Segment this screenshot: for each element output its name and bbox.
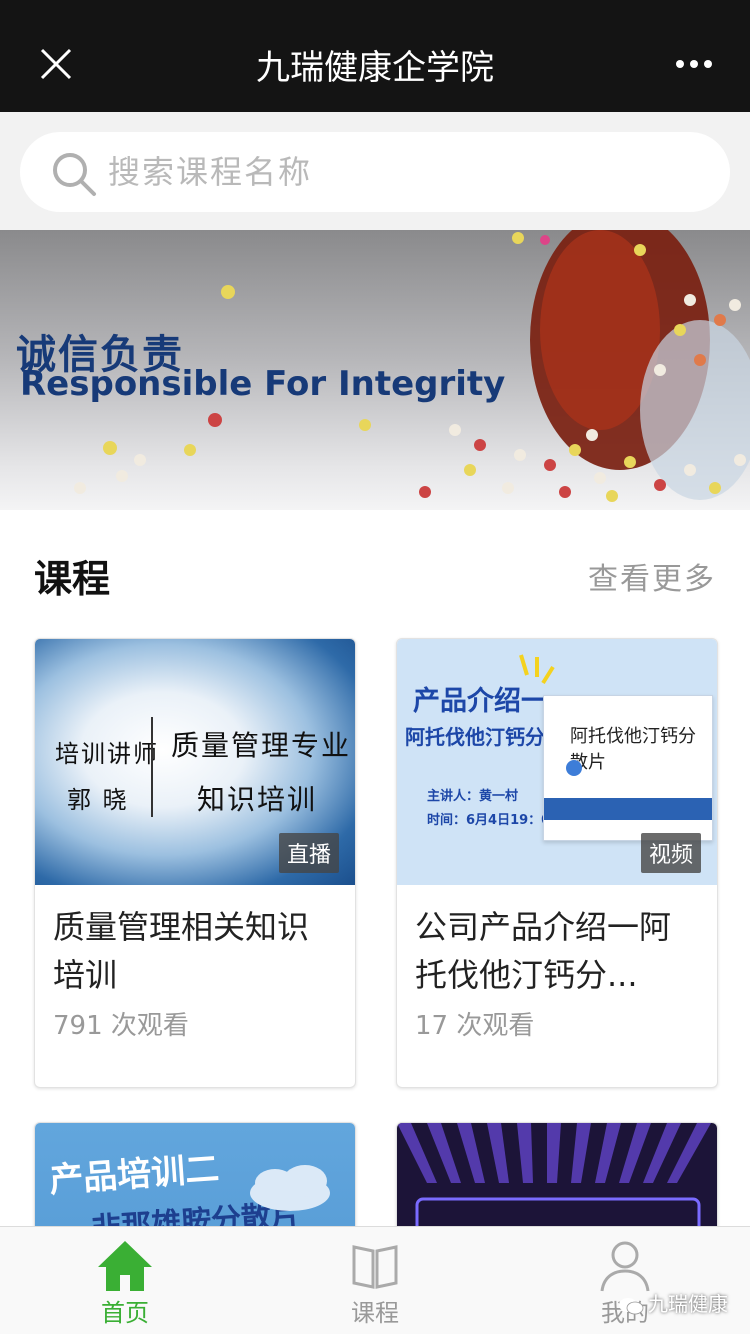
stage-lights-graphic [397,1123,711,1226]
book-icon [352,1245,398,1289]
view-more-link[interactable]: 查看更多 [588,554,716,598]
search-input[interactable]: 搜索课程名称 [20,132,730,212]
more-options-icon[interactable] [674,52,714,76]
search-area: 搜索课程名称 [0,112,750,230]
promo-banner[interactable]: 诚信负责 Responsible For Integrity [0,230,750,510]
page-title: 九瑞健康企学院 [256,48,494,88]
user-icon [600,1241,650,1292]
thumb-lecturer: 培训讲师 郭 晓 [55,740,159,814]
course-title: 公司产品介绍一阿托伐他汀钙分... [415,908,672,994]
course-card[interactable]: 产品培训二 非那雄胺分散片 [34,1122,356,1226]
tab-home[interactable]: 首页 [0,1227,250,1334]
thumb-speaker-info: 主讲人：黄一村 时间：6月4日19：00 [427,789,560,828]
box-product-name: 阿托伐他汀钙分散片 [570,726,696,773]
bottom-tab-bar: 首页 课程 我的 [0,1226,750,1334]
home-icon [98,1241,152,1291]
courses-section: 课程 查看更多 培训讲师 郭 晓 质量管理专业 知识培训 直播 质量管理相关知识… [0,510,750,1226]
thumb-title: 产品介绍一 [413,686,548,717]
course-card[interactable] [396,1122,718,1226]
video-badge: 视频 [640,833,701,873]
course-card[interactable]: 产品介绍一 阿托伐他汀钙分散片 主讲人：黄一村 时间：6月4日19：00 阿托伐… [396,638,718,1088]
course-thumbnail: 产品培训二 非那雄胺分散片 [35,1123,355,1226]
product-box-image: 阿托伐他汀钙分散片 [543,695,713,841]
thumb-title: 产品培训二 [48,1149,221,1201]
search-placeholder: 搜索课程名称 [108,153,313,191]
course-card[interactable]: 培训讲师 郭 晓 质量管理专业 知识培训 直播 质量管理相关知识培训 791 次… [34,638,356,1088]
tab-label: 首页 [101,1299,149,1327]
view-count: 791 次观看 [53,1011,189,1041]
section-title: 课程 [34,557,111,601]
wechat-icon [619,1297,644,1314]
banner-title-en: Responsible For Integrity [20,364,506,404]
view-count: 17 次观看 [415,1011,535,1041]
divider [151,717,153,817]
cloud-icon [250,1165,330,1211]
course-title: 质量管理相关知识培训 [53,908,310,994]
live-badge: 直播 [278,833,339,873]
top-nav-bar: 九瑞健康企学院 [0,0,750,112]
course-thumbnail [397,1123,717,1226]
course-thumbnail: 培训讲师 郭 晓 质量管理专业 知识培训 直播 [35,639,355,885]
tab-profile[interactable]: 我的 [500,1227,750,1334]
watermark-text: 九瑞健康 [648,1292,728,1316]
wechat-watermark: 九瑞健康 [618,1288,728,1317]
tab-courses[interactable]: 课程 [250,1227,500,1334]
course-thumbnail: 产品介绍一 阿托伐他汀钙分散片 主讲人：黄一村 时间：6月4日19：00 阿托伐… [397,639,717,885]
tab-label: 课程 [351,1299,399,1327]
search-icon [53,153,96,196]
thumb-topic: 质量管理专业 知识培训 [171,729,352,816]
